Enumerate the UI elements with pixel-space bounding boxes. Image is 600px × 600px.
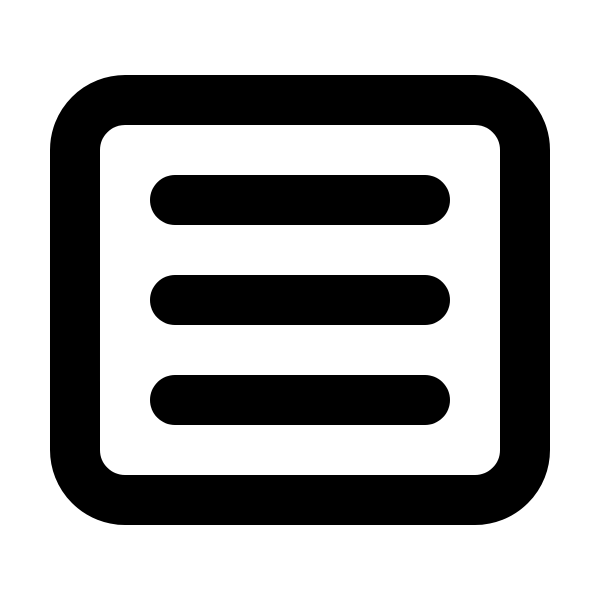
menu-list-icon xyxy=(50,75,550,525)
icon-canvas xyxy=(0,0,600,600)
